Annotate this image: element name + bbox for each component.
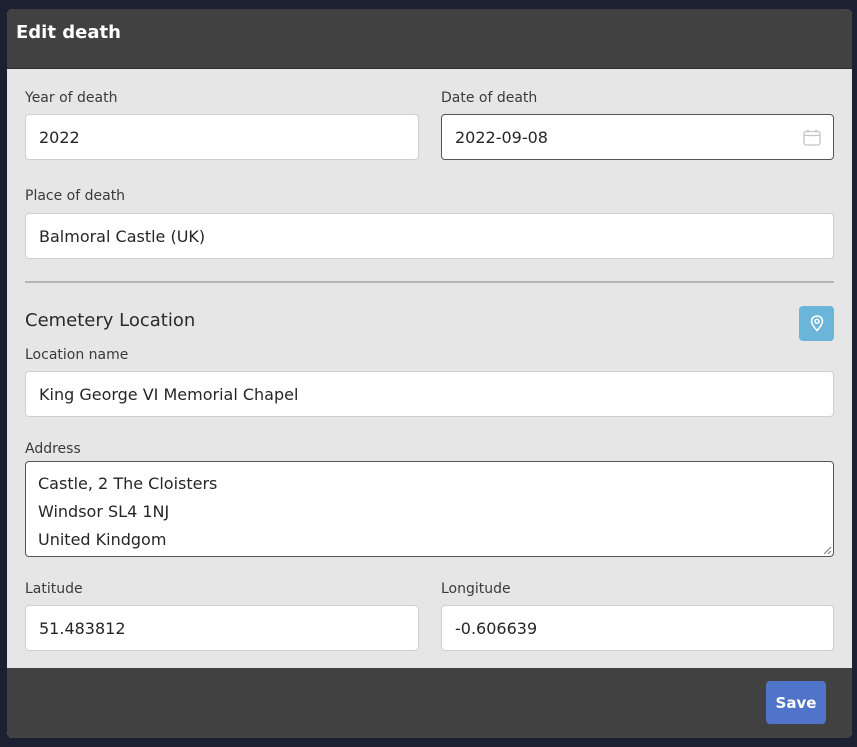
edit-death-modal: Edit death Year of death 2022 Date of de… — [7, 9, 852, 738]
modal-header: Edit death — [7, 9, 852, 69]
section-divider — [25, 281, 834, 283]
longitude-label: Longitude — [441, 581, 511, 597]
location-name-input[interactable]: King George VI Memorial Chapel — [25, 371, 834, 417]
calendar-icon[interactable] — [803, 129, 821, 146]
latitude-label: Latitude — [25, 581, 83, 597]
place-of-death-label: Place of death — [25, 188, 126, 204]
date-of-death-label: Date of death — [441, 90, 538, 106]
location-name-label: Location name — [25, 347, 129, 363]
location-name-value: King George VI Memorial Chapel — [39, 384, 299, 404]
address-line-1: Castle, 2 The Cloisters — [38, 474, 218, 493]
address-label: Address — [25, 441, 81, 457]
year-of-death-value: 2022 — [39, 127, 80, 147]
resize-handle-icon[interactable] — [823, 546, 832, 555]
place-of-death-value: Balmoral Castle (UK) — [39, 226, 206, 246]
date-of-death-value: 2022-09-08 — [455, 127, 548, 147]
map-location-button[interactable] — [799, 306, 834, 341]
modal-title: Edit death — [16, 22, 121, 43]
date-of-death-input[interactable]: 2022-09-08 — [441, 114, 834, 160]
longitude-value: -0.606639 — [455, 618, 538, 638]
address-line-2: Windsor SL4 1NJ — [38, 502, 170, 521]
latitude-input[interactable]: 51.483812 — [25, 605, 419, 651]
longitude-input[interactable]: -0.606639 — [441, 605, 834, 651]
modal-body: Year of death 2022 Date of death 2022-09… — [7, 69, 852, 668]
year-of-death-input[interactable]: 2022 — [25, 114, 419, 160]
save-button[interactable]: Save — [766, 681, 826, 724]
cemetery-location-heading: Cemetery Location — [25, 310, 196, 331]
address-line-3: United Kindgom — [38, 530, 167, 549]
address-textarea[interactable]: Castle, 2 The Cloisters Windsor SL4 1NJ … — [25, 461, 834, 557]
place-of-death-input[interactable]: Balmoral Castle (UK) — [25, 213, 834, 259]
modal-footer: Save — [7, 668, 852, 738]
latitude-value: 51.483812 — [39, 618, 126, 638]
year-of-death-label: Year of death — [25, 90, 118, 106]
map-pin-icon — [810, 315, 823, 332]
